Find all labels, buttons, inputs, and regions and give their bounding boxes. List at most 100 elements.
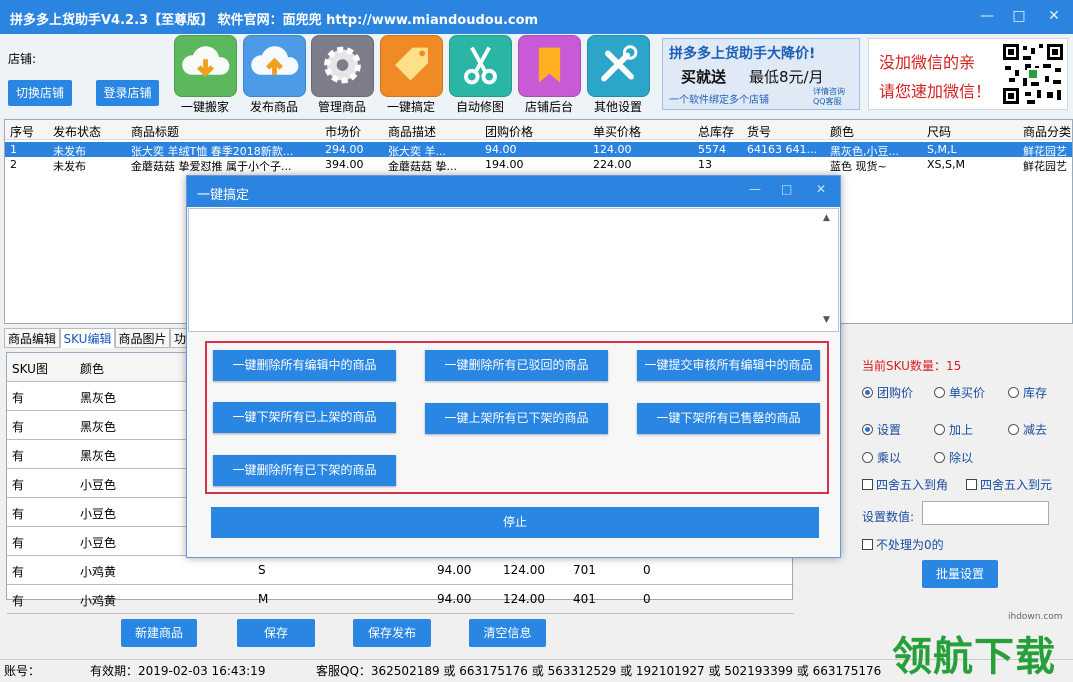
product-col-header[interactable]: 货号 (747, 123, 771, 140)
dialog-close-button[interactable]: ✕ (816, 182, 826, 196)
product-col-header[interactable]: 序号 (10, 123, 34, 140)
tool-label[interactable]: 自动修图 (445, 98, 515, 115)
table-cell: 金蘑菇菇 挚爱怼推 属于小个子... (131, 160, 292, 173)
maximize-button[interactable]: □ (1007, 6, 1031, 26)
scroll-down-icon[interactable]: ▼ (823, 315, 835, 327)
tool-label[interactable]: 一键搬家 (170, 98, 240, 115)
watermark-text: 领航下载 (892, 634, 1056, 680)
wechat-ad: 没加微信的亲 请您速加微信！ (868, 38, 1068, 110)
delete-rejected-button[interactable]: 一键删除所有已驳回的商品 (425, 350, 608, 381)
tool-label[interactable]: 发布商品 (239, 98, 309, 115)
sku-cell: 小豆色 (80, 478, 117, 492)
radio-single-price[interactable]: 单买价 (934, 384, 985, 401)
radio-group-price[interactable]: 团购价 (862, 384, 913, 401)
sku-cell: 黑灰色 (80, 391, 117, 405)
sku-cell: 有 (12, 594, 25, 608)
product-col-header[interactable]: 团购价格 (485, 123, 533, 140)
tab-product-edit[interactable]: 商品编辑 (4, 328, 60, 348)
radio-set[interactable]: 设置 (862, 421, 901, 438)
checkbox-round-yuan[interactable]: 四舍五入到元 (966, 476, 1052, 493)
unlist-soldout-button[interactable]: 一键下架所有已售罄的商品 (637, 403, 820, 434)
sku-row[interactable]: 有 小鸡黄 M 94.00 124.00 401 0 (7, 585, 794, 614)
product-col-header[interactable]: 商品标题 (131, 123, 179, 140)
radio-add[interactable]: 加上 (934, 421, 973, 438)
tool-label[interactable]: 一键搞定 (376, 98, 446, 115)
tools-icon (601, 45, 638, 82)
tool-label[interactable]: 管理商品 (307, 98, 377, 115)
table-cell: 2 (10, 158, 17, 171)
sku-cell: 124.00 (503, 563, 545, 577)
dialog-minimize-button[interactable]: — (749, 182, 761, 196)
tool-scissors-button[interactable] (449, 35, 512, 97)
product-col-header[interactable]: 颜色 (830, 123, 854, 140)
sku-cell: 94.00 (437, 592, 472, 606)
radio-multiply[interactable]: 乘以 (862, 449, 901, 466)
product-table-header: 序号 发布状态 商品标题 市场价 商品描述 团购价格 单买价格 总库存 货号 颜色 尺码 商品分类 (5, 120, 1072, 140)
stop-button[interactable]: 停止 (211, 507, 819, 538)
table-cell: 未发布 (53, 160, 86, 173)
product-col-header[interactable]: 尺码 (927, 123, 951, 140)
tool-tools-button[interactable] (587, 35, 650, 97)
table-cell: 94.00 (485, 143, 517, 156)
save-button[interactable]: 保存 (237, 619, 315, 647)
delete-unlisted-button[interactable]: 一键删除所有已下架的商品 (213, 455, 396, 486)
product-col-header[interactable]: 商品描述 (388, 123, 436, 140)
table-cell: 294.00 (325, 143, 364, 156)
tool-gear-button[interactable] (311, 35, 374, 97)
list-unlisted-button[interactable]: 一键上架所有已下架的商品 (425, 403, 608, 434)
radio-divide[interactable]: 除以 (934, 449, 973, 466)
dialog-title: 一键搞定 (197, 188, 250, 203)
sku-cell: 黑灰色 (80, 449, 117, 463)
tab-sku-edit[interactable]: SKU编辑 (60, 328, 115, 348)
new-product-button[interactable]: 新建商品 (121, 619, 197, 647)
table-cell: XS,S,M (927, 158, 965, 171)
product-col-header[interactable]: 市场价 (325, 123, 361, 140)
tool-upload-cloud-button[interactable] (243, 35, 306, 97)
banner-line2a: 买就送 (681, 68, 727, 86)
checkbox-round-jiao[interactable]: 四舍五入到角 (862, 476, 948, 493)
dialog-log-box[interactable]: ▲ ▼ (188, 208, 839, 332)
clear-info-button[interactable]: 清空信息 (469, 619, 546, 647)
checkbox-skip-zero[interactable]: 不处理为0的 (862, 536, 944, 553)
tool-download-cloud-button[interactable] (174, 35, 237, 97)
wechat-line1: 没加微信的亲 (879, 53, 976, 72)
sku-cell: 有 (12, 478, 25, 492)
tool-tag-button[interactable] (380, 35, 443, 97)
product-col-header[interactable]: 单买价格 (593, 123, 641, 140)
switch-shop-button[interactable]: 切换店铺 (8, 80, 72, 106)
sku-col-color: 颜色 (80, 362, 105, 376)
tool-bookmark-button[interactable] (518, 35, 581, 97)
set-value-input[interactable] (922, 501, 1049, 525)
dialog-maximize-button[interactable]: □ (781, 182, 792, 196)
tab-product-images[interactable]: 商品图片 (115, 328, 170, 348)
watermark-site: ihdown.com (1008, 612, 1063, 622)
sku-row[interactable]: 有 小鸡黄 S 94.00 124.00 701 0 (7, 556, 794, 585)
minimize-button[interactable]: — (975, 6, 999, 26)
product-col-header[interactable]: 商品分类 (1023, 123, 1071, 140)
unlist-listed-button[interactable]: 一键下架所有已上架的商品 (213, 402, 396, 433)
tool-label[interactable]: 其他设置 (583, 98, 653, 115)
app-title: 拼多多上货助手V4.2.3【至尊版】 软件官网：面兜兜 http://www.m… (10, 13, 539, 28)
sku-cell: 黑灰色 (80, 420, 117, 434)
title-bar: 拼多多上货助手V4.2.3【至尊版】 软件官网：面兜兜 http://www.m… (0, 0, 1073, 34)
batch-set-button[interactable]: 批量设置 (922, 560, 998, 588)
table-row[interactable]: 1 未发布 张大奕 羊绒T恤 春季2018新款... 294.00 张大奕 羊... 94… (5, 142, 1072, 158)
save-publish-button[interactable]: 保存发布 (353, 619, 431, 647)
radio-subtract[interactable]: 减去 (1008, 421, 1047, 438)
sku-cell: 有 (12, 391, 25, 405)
tool-label[interactable]: 店铺后台 (514, 98, 584, 115)
radio-stock[interactable]: 库存 (1008, 384, 1047, 401)
table-cell: 394.00 (325, 158, 364, 171)
product-col-header[interactable]: 总库存 (698, 123, 734, 140)
table-row[interactable]: 2 未发布 金蘑菇菇 挚爱怼推 属于小个子... 394.00 金蘑菇菇 挚... 194… (5, 157, 1072, 173)
product-col-header[interactable]: 发布状态 (53, 123, 101, 140)
login-shop-button[interactable]: 登录店铺 (96, 80, 159, 106)
dialog-titlebar: 一键搞定 — □ ✕ (187, 176, 840, 207)
scroll-up-icon[interactable]: ▲ (823, 213, 835, 225)
delete-editing-button[interactable]: 一键删除所有编辑中的商品 (213, 350, 396, 381)
close-button[interactable]: ✕ (1042, 6, 1066, 26)
sku-cell: 有 (12, 507, 25, 521)
submit-editing-review-button[interactable]: 一键提交审核所有编辑中的商品 (637, 350, 820, 381)
sku-cell: 0 (643, 592, 651, 606)
promo-banner[interactable]: 拼多多上货助手大降价! 买就送 最低8元/月 一个软件绑定多个店铺 详情咨询 Q… (662, 38, 860, 110)
